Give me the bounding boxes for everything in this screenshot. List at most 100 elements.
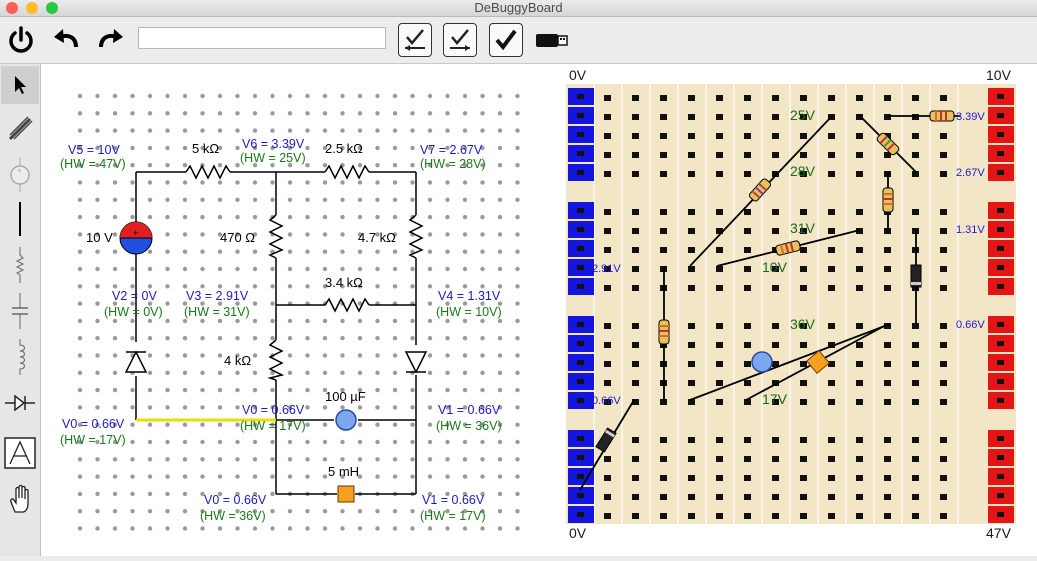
hand-tool[interactable] <box>1 480 39 518</box>
check-all-button[interactable] <box>489 23 523 57</box>
capacitor-component[interactable] <box>335 409 357 431</box>
voltage-source-icon: + <box>10 158 30 192</box>
capacitor-icon <box>12 293 28 329</box>
svg-text:+: + <box>17 166 22 175</box>
power-icon <box>9 26 33 53</box>
hand-icon <box>10 484 29 513</box>
breadboard-resistor-6[interactable] <box>658 319 670 345</box>
node-v1-voltage-bottom: V1 = 0.66V <box>422 493 485 507</box>
bb-voltage-0-66-left: 0.66V <box>592 395 621 407</box>
node-v1-voltage-right: V1 = 0.66V <box>438 403 501 417</box>
node-v7-voltage: V7 = 2.67V <box>420 143 483 157</box>
node-v3-hw: (HW = 31V) <box>184 305 250 319</box>
inductor-component[interactable] <box>337 485 355 503</box>
node-v6-hw: (HW = 25V) <box>240 151 306 165</box>
hw-label-10v: 10V <box>762 259 788 275</box>
wire-icon <box>19 202 21 236</box>
breadboard-resistor-5[interactable] <box>882 187 894 213</box>
resistor-icon <box>15 247 25 283</box>
toolbar <box>0 17 1037 64</box>
node-v4-hw: (HW = 10V) <box>436 305 502 319</box>
power-button[interactable] <box>2 21 40 59</box>
diode-tool[interactable] <box>1 384 39 422</box>
node-v6-voltage: V6 = 3.39V <box>242 137 305 151</box>
text-label-icon <box>4 437 36 469</box>
bb-voltage-2-67: 2.67V <box>956 167 985 179</box>
node-v7-hw: (HW = 28V) <box>420 157 486 171</box>
capacitor-tool[interactable] <box>1 292 39 330</box>
hw-label-25v: 25V <box>790 107 816 123</box>
probe-icon <box>8 116 33 141</box>
schematic[interactable] <box>124 164 428 495</box>
resistor-label-470: 470 Ω <box>220 230 255 245</box>
hw-label-28v: 28V <box>790 163 816 179</box>
undo-icon <box>54 29 78 48</box>
workspace-svg: + 5 kΩ 2.5 kΩ 470 Ω 4.7 kΩ 3.4 kΩ 4 kΩ 1… <box>60 67 1016 541</box>
checkmark-icon <box>495 29 517 51</box>
text-tool[interactable] <box>1 434 39 472</box>
node-v0-hw-mid: (HW = 17V) <box>240 419 306 433</box>
node-v0-voltage-left: V0 = 0.66V <box>62 417 125 431</box>
wire-tool[interactable] <box>1 200 39 238</box>
hw-label-31v: 31V <box>790 220 816 236</box>
node-v0-hw-bottom: (HW = 36V) <box>200 509 266 523</box>
rail-label-top-left: 0V <box>569 67 587 83</box>
bb-voltage-2-91: 2.91V <box>592 263 621 275</box>
bb-voltage-0-66-right: 0.66V <box>956 319 985 331</box>
resistor-label-3k4: 3.4 kΩ <box>325 275 363 290</box>
usb-connect-button[interactable] <box>533 21 571 59</box>
node-v1-hw-right: (HW = 36V) <box>436 419 502 433</box>
check-step-left-button[interactable] <box>398 23 432 57</box>
redo-icon <box>99 29 123 48</box>
node-v0-voltage-mid: V0 = 0.66V <box>242 403 305 417</box>
resistor-tool[interactable] <box>1 246 39 284</box>
workspace[interactable]: + 5 kΩ 2.5 kΩ 470 Ω 4.7 kΩ 3.4 kΩ 4 kΩ 1… <box>41 64 1037 556</box>
probe-tool[interactable] <box>1 110 39 148</box>
breadboard[interactable]: 0V 10V 0V 47V 25V 28V 31V 10V 36V 17V 3.… <box>566 67 1016 541</box>
rail-label-top-right: 10V <box>986 67 1012 83</box>
node-v1-hw-bottom: (HW = 17V) <box>420 509 486 523</box>
check-arrow-left-icon <box>405 29 425 51</box>
breadboard-capacitor[interactable] <box>751 351 773 373</box>
node-v2-hw: (HW = 0V) <box>104 305 163 319</box>
hw-label-17v: 17V <box>762 391 788 407</box>
diode-icon <box>5 394 35 412</box>
redo-button[interactable] <box>92 21 130 59</box>
bb-voltage-3-39: 3.39V <box>956 111 985 123</box>
inductor-tool[interactable] <box>1 338 39 376</box>
source-label: 10 V <box>86 230 113 245</box>
inductor-icon <box>19 339 25 375</box>
inductor-label: 5 mH <box>328 464 359 479</box>
command-input[interactable] <box>138 27 386 49</box>
capacitor-label: 100 µF <box>325 389 366 404</box>
check-step-right-button[interactable] <box>443 23 477 57</box>
voltage-source[interactable]: + <box>119 221 153 255</box>
undo-button[interactable] <box>47 21 85 59</box>
node-v4-voltage: V4 = 1.31V <box>438 289 501 303</box>
node-v5-hw: (HW = 47V) <box>60 157 126 171</box>
pointer-arrow-icon <box>15 76 26 94</box>
hw-label-36v: 36V <box>790 316 816 332</box>
usb-icon <box>536 34 568 47</box>
breadboard-diode-1[interactable] <box>910 264 922 288</box>
rail-label-bottom-right: 47V <box>986 525 1012 541</box>
node-v0-voltage-bottom: V0 = 0.66V <box>204 493 267 507</box>
title-bar: DeBuggyBoard <box>0 0 1037 17</box>
resistor-label-4k7: 4.7 kΩ <box>358 230 396 245</box>
resistor-label-4k: 4 kΩ <box>224 353 251 368</box>
node-v5-voltage: V5 = 10V <box>68 143 120 157</box>
rail-label-bottom-left: 0V <box>569 525 587 541</box>
voltage-source-tool[interactable]: + <box>1 156 39 194</box>
window-title: DeBuggyBoard <box>474 0 563 15</box>
select-tool[interactable] <box>1 66 39 104</box>
breadboard-resistor-4[interactable] <box>929 110 955 122</box>
component-palette: + <box>0 64 41 556</box>
node-v0-hw-left: (HW = 17V) <box>60 433 126 447</box>
resistor-label-2k5: 2.5 kΩ <box>325 141 363 156</box>
check-arrow-right-icon <box>450 29 470 51</box>
svg-text:+: + <box>133 228 138 238</box>
bb-voltage-1-31: 1.31V <box>956 224 985 236</box>
resistor-label-5k: 5 kΩ <box>192 141 219 156</box>
node-v2-voltage: V2 = 0V <box>112 289 157 303</box>
node-v3-voltage: V3 = 2.91V <box>186 289 249 303</box>
